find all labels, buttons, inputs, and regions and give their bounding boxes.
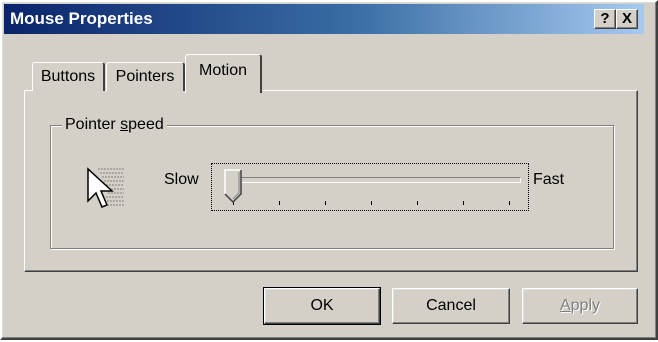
pointer-speed-label-post: peed — [128, 116, 164, 133]
pointer-speed-slider[interactable] — [211, 163, 529, 211]
apply-button[interactable]: Apply — [522, 288, 638, 324]
slider-thumb[interactable] — [224, 169, 242, 203]
slider-tick — [325, 201, 326, 205]
tab-buttons[interactable]: Buttons — [32, 62, 105, 91]
window-title: Mouse Properties — [10, 9, 153, 28]
cancel-button[interactable]: Cancel — [392, 288, 510, 324]
apply-label-rest: pply — [570, 297, 601, 314]
slider-tick — [509, 201, 510, 205]
slow-label: Slow — [164, 171, 199, 188]
pointer-speed-label-pre: Pointer — [65, 116, 121, 133]
fast-label: Fast — [533, 171, 565, 188]
pointer-speed-label: Pointer speed — [62, 115, 167, 135]
close-button[interactable]: X — [616, 9, 638, 29]
slider-ticks — [211, 201, 529, 207]
tab-motion[interactable]: Motion — [185, 54, 262, 93]
ok-button[interactable]: OK — [263, 287, 381, 325]
slider-tick — [463, 201, 464, 205]
help-button[interactable]: ? — [594, 9, 616, 29]
tab-pointers[interactable]: Pointers — [106, 62, 185, 91]
slider-tick — [371, 201, 372, 205]
slider-track — [231, 177, 521, 183]
slider-tick — [279, 201, 280, 205]
title-bar[interactable]: Mouse Properties ? X — [4, 4, 644, 34]
slider-tick — [417, 201, 418, 205]
apply-label-accel: A — [559, 297, 571, 314]
mouse-pointer-speed-icon — [87, 167, 124, 208]
pointer-speed-label-accel: s — [120, 116, 129, 133]
